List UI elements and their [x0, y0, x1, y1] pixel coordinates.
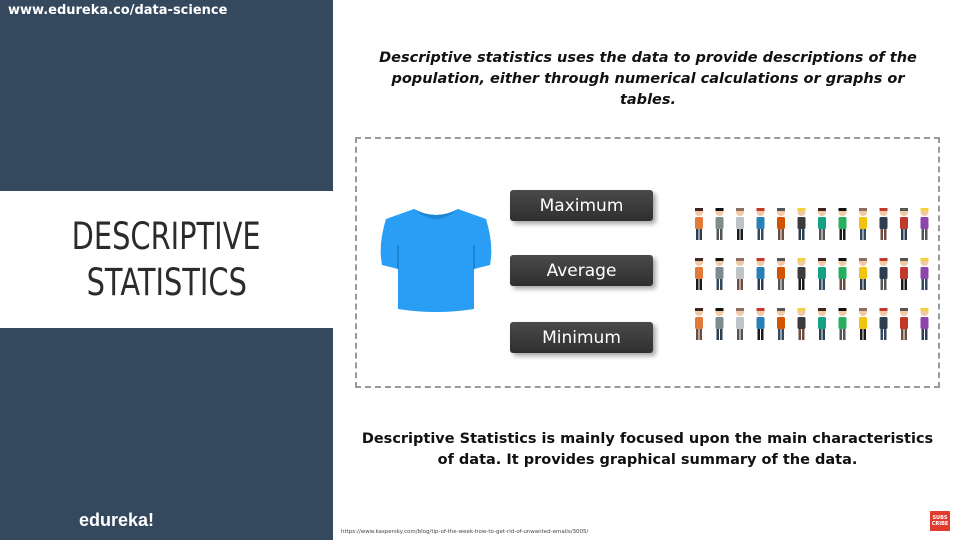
person-figure	[777, 208, 785, 240]
person-figure	[859, 258, 867, 290]
person-figure	[695, 308, 703, 340]
person-figure	[920, 308, 929, 340]
person-figure	[736, 208, 744, 240]
person-figure	[777, 308, 785, 340]
person-figure	[900, 208, 908, 240]
person-figure	[736, 308, 744, 340]
left-panel: www.edureka.co/data-science DESCRIPTIVE …	[0, 0, 333, 540]
tshirt-icon	[380, 209, 492, 312]
slide-title-line-1: DESCRIPTIVE	[71, 214, 262, 258]
person-figure	[715, 308, 724, 340]
person-figure	[879, 208, 888, 240]
person-figure	[900, 308, 908, 340]
person-figure	[818, 258, 826, 290]
average-label: Average	[510, 255, 653, 286]
person-figure	[838, 258, 847, 290]
brand-logo: edureka!	[79, 510, 155, 530]
summary-text: Descriptive Statistics is mainly focused…	[361, 431, 934, 468]
person-figure	[818, 208, 826, 240]
person-figure	[818, 308, 826, 340]
person-figure	[920, 258, 929, 290]
person-figure	[797, 308, 806, 340]
person-figure	[777, 258, 785, 290]
person-figure	[756, 258, 765, 290]
person-figure	[859, 308, 867, 340]
maximum-label: Maximum	[510, 190, 653, 221]
person-figure	[715, 258, 724, 290]
person-figure	[715, 208, 724, 240]
person-figure	[695, 258, 703, 290]
person-figure	[900, 258, 908, 290]
person-figure	[859, 208, 867, 240]
person-figure	[838, 308, 847, 340]
site-url[interactable]: www.edureka.co/data-science	[8, 3, 227, 18]
people-illustration	[695, 208, 929, 340]
person-figure	[797, 208, 806, 240]
subscribe-badge[interactable]: SUBS CRIBE	[930, 511, 950, 531]
person-figure	[879, 308, 888, 340]
title-band: DESCRIPTIVE STATISTICS	[0, 191, 333, 328]
intro-text: Descriptive statistics uses the data to …	[379, 50, 917, 108]
person-figure	[838, 208, 847, 240]
person-figure	[920, 208, 929, 240]
minimum-label: Minimum	[510, 322, 653, 353]
person-figure	[756, 208, 765, 240]
person-figure	[736, 258, 744, 290]
person-figure	[797, 258, 806, 290]
source-link[interactable]: https://www.kaspersky.com/blog/tip-of-th…	[341, 529, 588, 535]
person-figure	[695, 208, 703, 240]
slide-title-line-2: STATISTICS	[86, 260, 247, 304]
person-figure	[879, 258, 888, 290]
person-figure	[756, 308, 765, 340]
